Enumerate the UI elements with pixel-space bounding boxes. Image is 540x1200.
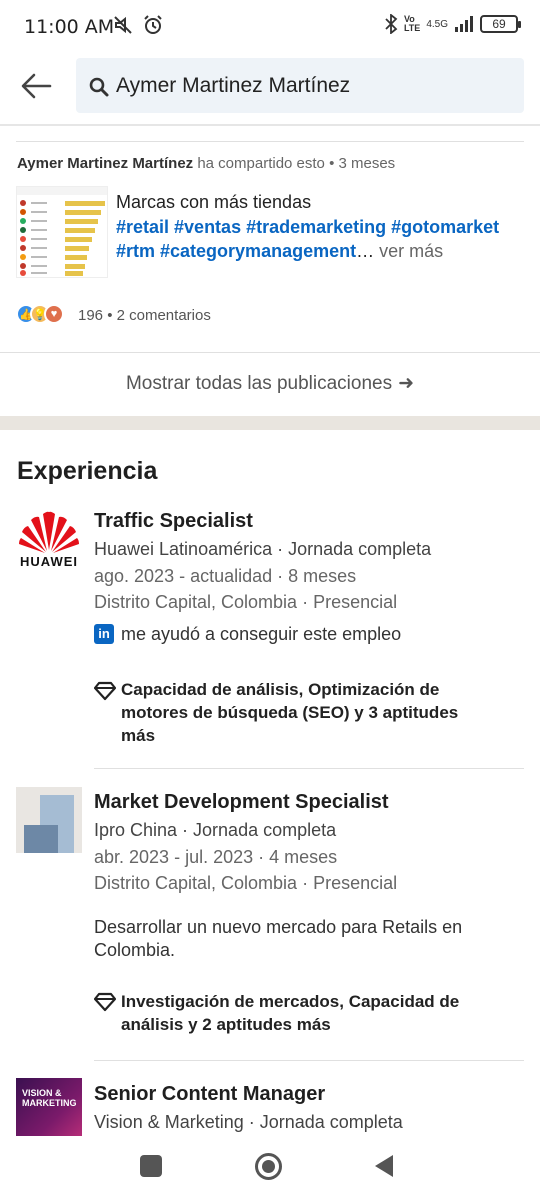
vision-marketing-logo[interactable]: VISION & MARKETING (16, 1078, 82, 1144)
see-more-link[interactable]: ver más (379, 241, 443, 261)
post-hashtags-2[interactable]: #rtm #categorymanagement (116, 241, 356, 261)
alarm-icon (144, 15, 162, 34)
job-skills[interactable]: Capacidad de análisis, Optimización de m… (121, 678, 491, 747)
search-header: Aymer Martinez Martínez (0, 56, 540, 120)
status-bar: 11:00 AM Vo LTE 4.5G 69 (0, 0, 540, 56)
status-right: Vo LTE 4.5G 69 (384, 14, 521, 34)
love-reaction-icon: ♥ (44, 304, 64, 324)
vision-marketing-logo-text: VISION & MARKETING (22, 1088, 77, 1108)
skills-diamond-icon (94, 681, 116, 701)
ipro-china-logo[interactable] (16, 787, 82, 853)
show-all-posts-button[interactable]: Mostrar todas las publicaciones ➜ (0, 372, 540, 395)
post-meta: ha compartido esto • 3 meses (197, 155, 396, 172)
reaction-count[interactable]: 196 (78, 307, 103, 324)
search-query: Aymer Martinez Martínez (116, 74, 351, 97)
post-author-line[interactable]: Aymer Martinez Martínez ha compartido es… (17, 155, 395, 172)
system-nav-bar (0, 1136, 540, 1200)
job-dates: ago. 2023 - actualidad · 8 meses (94, 566, 357, 586)
job-description: Desarrollar un nuevo mercado para Retail… (94, 917, 463, 960)
home-button[interactable] (255, 1153, 282, 1180)
ipro-china-logo-icon (24, 795, 74, 853)
job-location: Distrito Capital, Colombia · Presencial (94, 873, 398, 893)
experience-divider-1 (94, 768, 524, 769)
signal-icon (455, 16, 473, 32)
job-company: Huawei Latinoamérica · Jornada completa (94, 539, 432, 559)
job-title[interactable]: Market Development Specialist (94, 791, 389, 814)
back-arrow-icon (21, 73, 52, 99)
recents-button[interactable] (140, 1155, 162, 1177)
volte-icon: Vo LTE (403, 14, 421, 33)
battery-indicator: 69 (480, 15, 521, 33)
back-nav-button[interactable] (372, 1153, 396, 1179)
network-type: 4.5G (426, 18, 448, 30)
huawei-logo[interactable]: HUAWEI (16, 508, 82, 574)
header-divider (0, 124, 540, 126)
linkedin-icon: in (94, 624, 114, 644)
post-author-name[interactable]: Aymer Martinez Martínez (17, 155, 193, 172)
job-dates: abr. 2023 - jul. 2023 · 4 meses (94, 847, 338, 867)
post-thumbnail-chart (17, 187, 107, 276)
post-text[interactable]: Marcas con más tiendas #retail #ventas #… (116, 190, 526, 264)
comment-count[interactable]: • 2 comentarios (107, 307, 211, 324)
post-title: Marcas con más tiendas (116, 192, 312, 212)
job-skills[interactable]: Investigación de mercados, Capacidad de … (121, 990, 501, 1036)
bluetooth-icon (385, 14, 398, 34)
back-button[interactable] (18, 68, 58, 104)
job-company: Ipro China · Jornada completa (94, 820, 337, 840)
experience-heading: Experiencia (17, 457, 158, 485)
search-icon (89, 77, 109, 97)
job-title[interactable]: Senior Content Manager (94, 1083, 325, 1106)
job-company: Vision & Marketing · Jornada completa (94, 1112, 403, 1132)
job-title[interactable]: Traffic Specialist (94, 510, 253, 533)
post-ellipsis: … (356, 241, 375, 261)
reaction-icons[interactable]: 👍 💡 ♥ (16, 304, 64, 324)
huawei-logo-text: HUAWEI (20, 554, 78, 569)
reaction-summary[interactable]: 196 • 2 comentarios (78, 307, 211, 324)
show-all-label: Mostrar todas las publicaciones (125, 373, 393, 394)
search-input[interactable]: Aymer Martinez Martínez (76, 58, 524, 113)
section-separator (0, 416, 540, 430)
status-left-icons (112, 14, 164, 36)
post-hashtags-1[interactable]: #retail #ventas #trademarketing #gotomar… (116, 215, 526, 240)
job-location: Distrito Capital, Colombia · Presencial (94, 592, 398, 612)
post-divider-top (16, 141, 524, 142)
arrow-right-icon: ➜ (398, 373, 415, 394)
post-thumbnail[interactable] (16, 186, 108, 278)
home-dot-icon (262, 1160, 275, 1173)
status-time: 11:00 AM (24, 16, 115, 38)
post-divider-bottom (0, 352, 540, 353)
mute-icon (114, 16, 132, 34)
experience-divider-2 (94, 1060, 524, 1061)
job-helped-note: me ayudó a conseguir este empleo (121, 624, 402, 644)
skills-diamond-icon (94, 992, 116, 1012)
